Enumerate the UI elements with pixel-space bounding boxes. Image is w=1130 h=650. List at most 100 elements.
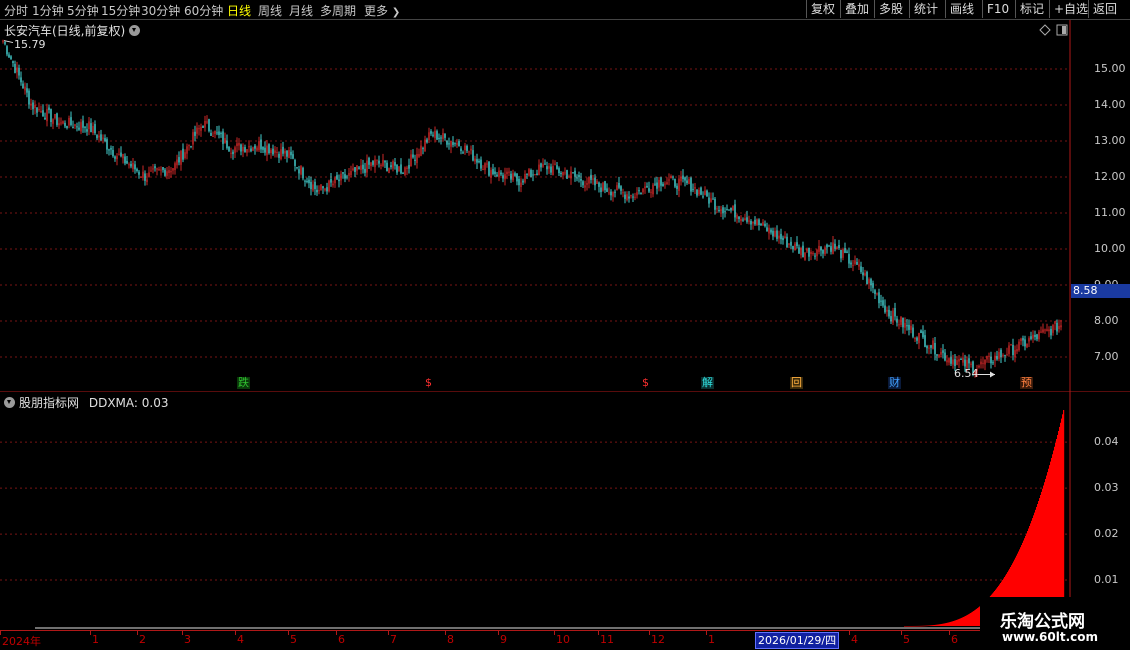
candle-body [920, 330, 922, 333]
candle-body [204, 120, 206, 128]
candle-body [834, 243, 836, 249]
event-marker[interactable]: $ [641, 377, 650, 389]
candle-body [1032, 334, 1034, 339]
overlay-button[interactable]: 叠加 [840, 0, 873, 18]
period-5min[interactable]: 5分钟 [67, 2, 99, 19]
candle-body [362, 164, 364, 170]
candle-body [718, 210, 720, 212]
date-tick [554, 631, 555, 635]
period-60min[interactable]: 60分钟 [184, 2, 223, 19]
period-intraday[interactable]: 分时 [4, 2, 28, 19]
candle-body [488, 161, 490, 176]
candle-body [272, 148, 274, 155]
mark-button[interactable]: 标记 [1015, 0, 1048, 18]
candle-body [954, 359, 956, 367]
candle-body [740, 219, 742, 222]
candle-body [264, 147, 266, 153]
candle-body [180, 150, 182, 165]
period-30min[interactable]: 30分钟 [141, 2, 180, 19]
period-multi[interactable]: 多周期 [320, 2, 356, 19]
period-15min[interactable]: 15分钟 [101, 2, 140, 19]
draw-button[interactable]: 画线 [945, 0, 978, 18]
candle-body [1006, 354, 1008, 356]
candle-body [376, 159, 378, 161]
add-watchlist-button[interactable]: +自选 [1049, 0, 1092, 18]
period-1min[interactable]: 1分钟 [32, 2, 64, 19]
candle-body [370, 162, 372, 167]
candle-body [736, 214, 738, 219]
candle-body [294, 159, 296, 166]
candle-body [1024, 339, 1026, 347]
candle-body [914, 337, 916, 340]
candle-body [538, 164, 540, 176]
candle-body [984, 359, 986, 365]
candle-body [936, 354, 938, 356]
candle-body [346, 176, 348, 178]
candle-body [120, 152, 122, 157]
candle-body [188, 145, 190, 147]
event-marker[interactable]: 解 [701, 377, 714, 389]
event-marker[interactable]: 预 [1020, 377, 1033, 389]
indicator-chart[interactable] [0, 392, 1130, 630]
date-tick-label: 4 [237, 633, 244, 646]
candle-body [480, 159, 482, 169]
candle-body [70, 117, 72, 126]
candle-body [436, 131, 438, 140]
period-daily[interactable]: 日线 [227, 2, 251, 19]
candle-body [924, 335, 926, 347]
price-chart[interactable] [0, 20, 1130, 392]
candle-body [886, 309, 888, 312]
period-weekly[interactable]: 周线 [258, 2, 282, 19]
diamond-icon[interactable] [1039, 24, 1051, 36]
candle-body [776, 230, 778, 239]
candle-body [386, 162, 388, 172]
candle-body [646, 186, 648, 188]
date-tick-label: 6 [338, 633, 345, 646]
date-tick [445, 631, 446, 635]
candle-body [444, 133, 446, 138]
date-tick-label: 6 [951, 633, 958, 646]
candle-body [68, 117, 70, 126]
candle-body [654, 183, 656, 185]
candle-body [350, 170, 352, 176]
candle-body [284, 150, 286, 154]
indicator-tick-label: 0.01 [1094, 573, 1119, 587]
period-more[interactable]: 更多 ❯ [364, 2, 400, 19]
candle-body [672, 176, 674, 178]
candle-body [378, 160, 380, 164]
candle-body [110, 148, 112, 150]
candle-body [608, 192, 610, 194]
event-marker[interactable]: 财 [888, 377, 901, 389]
candle-body [314, 181, 316, 189]
multistock-button[interactable]: 多股 [874, 0, 907, 18]
candle-body [462, 152, 464, 154]
candle-body [290, 151, 292, 156]
candle-body [728, 209, 730, 211]
adjust-button[interactable]: 复权 [806, 0, 839, 18]
candle-body [662, 183, 664, 187]
stats-button[interactable]: 统计 [909, 0, 942, 18]
date-tick-label: 8 [447, 633, 454, 646]
candle-body [18, 67, 20, 76]
candle-body [144, 173, 146, 181]
date-cursor-label: 2026/01/29/四 [755, 632, 840, 649]
candle-body [898, 324, 900, 326]
candle-body [926, 345, 928, 349]
f10-button[interactable]: F10 [982, 0, 1013, 18]
event-marker[interactable]: 跌 [237, 377, 250, 389]
candle-body [356, 165, 358, 171]
candle-body [338, 179, 340, 182]
period-monthly[interactable]: 月线 [289, 2, 313, 19]
date-tick [90, 631, 91, 635]
candle-body [1044, 329, 1046, 331]
candle-body [876, 293, 878, 295]
candle-body [614, 191, 616, 193]
candle-body [968, 358, 970, 364]
date-tick-label: 2024年 [2, 635, 41, 648]
event-marker[interactable]: 回 [790, 377, 803, 389]
candle-body [666, 182, 668, 184]
candle-body [592, 178, 594, 180]
event-marker[interactable]: $ [424, 377, 433, 389]
back-button[interactable]: 返回 [1088, 0, 1121, 18]
candle-body [880, 300, 882, 302]
